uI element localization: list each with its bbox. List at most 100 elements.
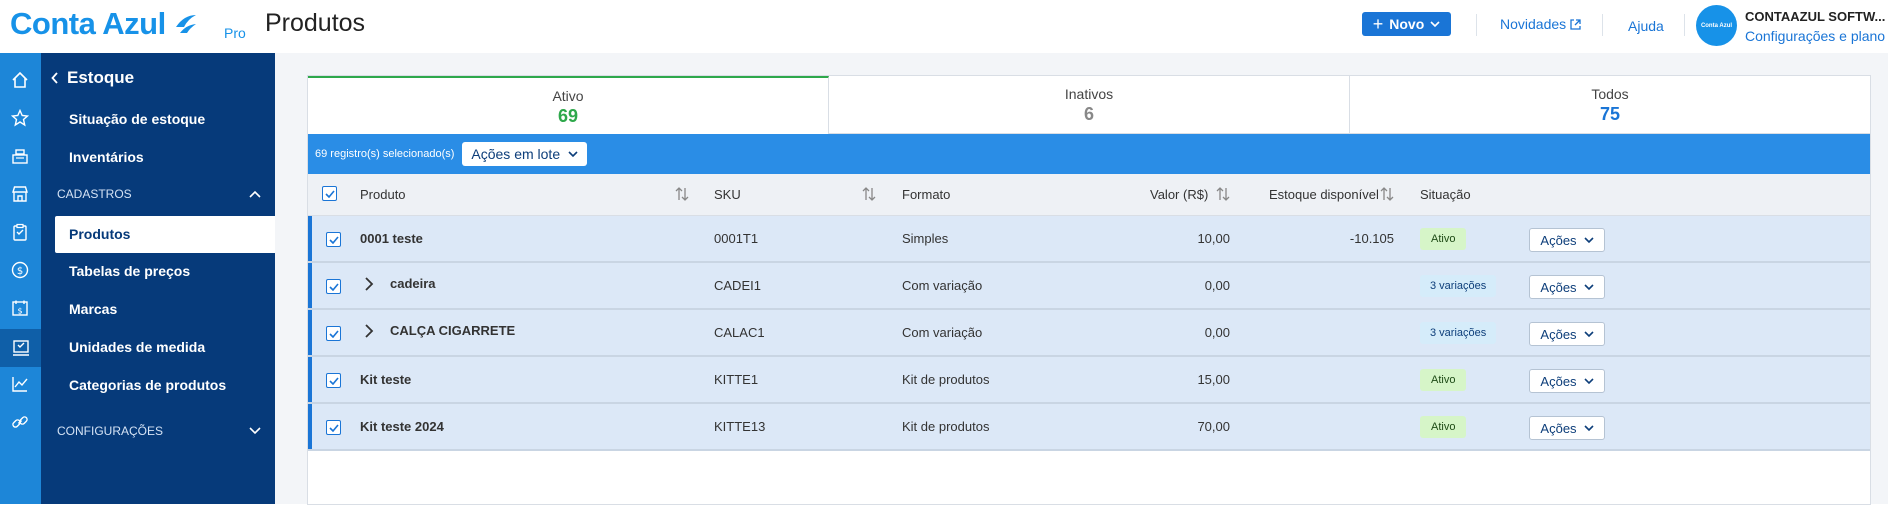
- row-checkbox[interactable]: [326, 232, 341, 247]
- table-row[interactable]: Kit teste KITTE1 Kit de produtos 15,00 A…: [308, 357, 1870, 404]
- tab-count: 6: [1083, 104, 1094, 124]
- main-content: Ativo 69 Inativos 6 Todos 75 69 registro…: [275, 53, 1888, 505]
- chevron-down-icon: [568, 150, 578, 157]
- actions-label: Ações: [1540, 326, 1577, 342]
- column-estoque[interactable]: Estoque disponível: [1269, 187, 1379, 202]
- row-checkbox[interactable]: [326, 279, 341, 294]
- header-divider: [1602, 14, 1603, 36]
- product-name[interactable]: Kit teste 2024: [360, 419, 444, 434]
- avatar[interactable]: Conta Azul: [1696, 5, 1737, 46]
- row-actions-button[interactable]: Ações: [1529, 322, 1605, 346]
- column-produto[interactable]: Produto: [360, 187, 406, 202]
- product-name[interactable]: Kit teste: [360, 372, 411, 387]
- row-checkbox[interactable]: [326, 326, 341, 341]
- link-icon[interactable]: [9, 411, 31, 433]
- check-icon: [328, 329, 339, 338]
- sidebar-section-cadastros[interactable]: CADASTROS: [57, 187, 261, 201]
- row-checkbox[interactable]: [326, 420, 341, 435]
- column-sku[interactable]: SKU: [714, 187, 741, 202]
- product-format: Kit de produtos: [902, 419, 990, 434]
- calendar-dollar-icon[interactable]: $: [9, 297, 31, 319]
- plus-icon: +: [1372, 14, 1384, 34]
- status-badge: Ativo: [1420, 369, 1467, 391]
- tab-todos[interactable]: Todos 75: [1350, 76, 1870, 134]
- bulk-actions-bar: 69 registro(s) selecionado(s) Ações em l…: [308, 134, 1870, 174]
- table-header: Produto SKU Formato Valor (R$) Estoque d…: [308, 174, 1870, 216]
- bulk-actions-button[interactable]: Ações em lote: [462, 142, 588, 166]
- sidebar-item-label: Produtos: [69, 226, 131, 242]
- clipboard-icon[interactable]: [9, 221, 31, 243]
- tab-ativo[interactable]: Ativo 69: [308, 76, 829, 134]
- products-panel: Ativo 69 Inativos 6 Todos 75 69 registro…: [307, 75, 1871, 505]
- settings-plan-link[interactable]: Configurações e plano: [1745, 28, 1885, 44]
- select-all-checkbox[interactable]: [322, 186, 337, 201]
- sidebar-section-configuracoes[interactable]: CONFIGURAÇÕES: [57, 424, 261, 438]
- home-icon[interactable]: [9, 69, 31, 91]
- row-actions-button[interactable]: Ações: [1529, 275, 1605, 299]
- sort-icon[interactable]: [1215, 186, 1231, 202]
- product-name[interactable]: cadeira: [390, 276, 436, 291]
- column-valor[interactable]: Valor (R$): [1150, 187, 1208, 202]
- sidebar-item-tabelas-precos[interactable]: Tabelas de preços: [69, 263, 190, 279]
- product-format: Simples: [902, 231, 949, 246]
- sidebar-item-inventarios[interactable]: Inventários: [69, 149, 144, 165]
- column-formato: Formato: [902, 187, 951, 202]
- ajuda-link[interactable]: Ajuda: [1628, 18, 1664, 34]
- sidebar: Estoque Situação de estoque Inventários …: [41, 53, 275, 504]
- sidebar-section-label: CADASTROS: [57, 187, 132, 201]
- store-icon[interactable]: [9, 183, 31, 205]
- sidebar-item-produtos[interactable]: Produtos: [55, 216, 275, 253]
- row-actions-button[interactable]: Ações: [1529, 228, 1605, 252]
- chart-icon[interactable]: [9, 373, 31, 395]
- product-value: 10,00: [1197, 231, 1230, 246]
- svg-text:$: $: [17, 266, 23, 277]
- product-name[interactable]: CALÇA CIGARRETE: [390, 323, 515, 338]
- expand-chevron-icon[interactable]: [364, 324, 374, 338]
- logo[interactable]: Conta Azul: [10, 6, 198, 42]
- cash-register-icon[interactable]: [9, 145, 31, 167]
- row-checkbox[interactable]: [326, 373, 341, 388]
- row-actions-button[interactable]: Ações: [1529, 369, 1605, 393]
- chevron-left-icon: [51, 72, 58, 84]
- sidebar-item-unidades-medida[interactable]: Unidades de medida: [69, 339, 205, 355]
- chevron-down-icon: [1430, 20, 1440, 27]
- product-name[interactable]: 0001 teste: [360, 231, 423, 246]
- table-row[interactable]: Kit teste 2024 KITTE13 Kit de produtos 7…: [308, 404, 1870, 451]
- inventory-icon[interactable]: [0, 329, 41, 367]
- star-icon[interactable]: [9, 107, 31, 129]
- tab-label: Ativo: [552, 88, 584, 104]
- check-icon: [328, 423, 339, 432]
- sidebar-item-categorias[interactable]: Categorias de produtos: [69, 377, 226, 393]
- sidebar-back[interactable]: Estoque: [51, 68, 134, 88]
- chevron-down-icon: [1583, 330, 1594, 337]
- sort-icon[interactable]: [861, 186, 877, 202]
- row-actions-button[interactable]: Ações: [1529, 416, 1605, 440]
- chevron-down-icon: [1583, 377, 1594, 384]
- sidebar-item-situacao-estoque[interactable]: Situação de estoque: [69, 111, 205, 127]
- header-divider: [1684, 14, 1685, 36]
- novo-label: Novo: [1389, 16, 1425, 32]
- product-value: 0,00: [1204, 325, 1230, 340]
- novidades-link[interactable]: Novidades: [1500, 16, 1581, 32]
- chevron-down-icon: [1583, 283, 1594, 290]
- table-row[interactable]: 0001 teste 0001T1 Simples 10,00 -10.105 …: [308, 216, 1870, 263]
- tab-label: Inativos: [1064, 86, 1114, 102]
- table-row[interactable]: cadeira CADEI1 Com variação 0,00 3 varia…: [308, 263, 1870, 310]
- sidebar-item-marcas[interactable]: Marcas: [69, 301, 117, 317]
- expand-chevron-icon[interactable]: [364, 277, 374, 291]
- chevron-down-icon: [249, 427, 261, 435]
- svg-text:$: $: [17, 307, 22, 316]
- chevron-down-icon: [1583, 236, 1594, 243]
- novo-button[interactable]: + Novo: [1362, 12, 1451, 36]
- company-name[interactable]: CONTAAZUL SOFTW...: [1745, 9, 1885, 24]
- tab-label: Todos: [1591, 86, 1629, 102]
- tab-inativos[interactable]: Inativos 6: [829, 76, 1350, 134]
- sort-icon[interactable]: [674, 186, 690, 202]
- sort-icon[interactable]: [1379, 186, 1395, 202]
- table-row[interactable]: CALÇA CIGARRETE CALAC1 Com variação 0,00…: [308, 310, 1870, 357]
- product-format: Com variação: [902, 278, 983, 293]
- novidades-label: Novidades: [1500, 16, 1567, 32]
- variations-badge: 3 variações: [1420, 322, 1497, 344]
- dollar-icon[interactable]: $: [9, 259, 31, 281]
- product-sku: KITTE13: [714, 419, 766, 434]
